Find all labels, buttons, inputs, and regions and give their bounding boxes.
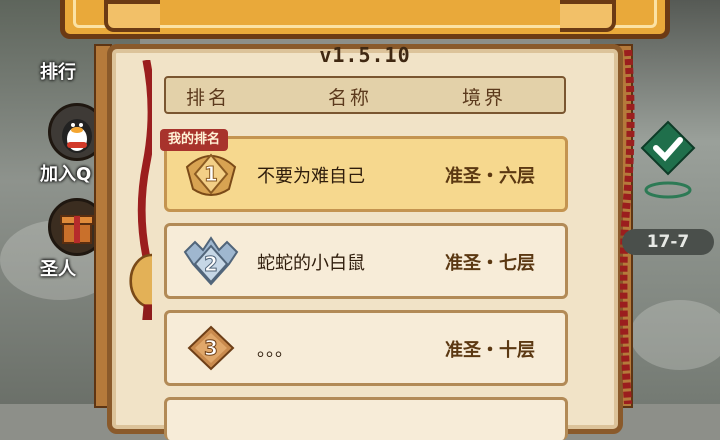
banner-hook-left [104,0,160,32]
player-name: 蛇蛇的小白鼠 [257,253,365,274]
rank-number: 2 [204,252,218,276]
column-header: 排名 名称 境界 [164,76,566,114]
rope-right [620,50,635,404]
rank-3-badge-icon: 3 [187,325,235,371]
player-name: 。。。 [257,340,293,361]
rope-left [129,60,152,320]
player-realm: 准圣・十层 [445,340,535,361]
mist [630,300,720,370]
rank-1-badge-icon: 1 [185,153,237,196]
rank-2-badge-icon: 2 [183,236,239,286]
header-realm: 境界 [462,87,507,109]
leaderboard-row-mine[interactable]: 我的排名 1 不要为难自己 准圣・六层 [160,129,568,212]
side-label-ranking[interactable]: 排行 [40,58,76,84]
leaderboard-row[interactable]: 3 。。。 准圣・十层 [164,310,568,386]
player-realm: 准圣・六层 [445,166,535,187]
version-label: v1.5.10 [319,43,411,67]
leaderboard-panel: v1.5.10 排名 名称 境界 我的排名 1 不要为难自己 准圣・六层 2 蛇… [107,43,623,440]
side-label-saint[interactable]: 圣人 [40,255,76,281]
rank-number: 3 [204,336,218,360]
rank-number: 1 [204,162,218,186]
banner-hook-right [560,0,616,32]
header-rank: 排名 [186,87,231,109]
level-indicator[interactable]: 17-7 [622,229,714,255]
leaderboard-row[interactable] [164,397,568,440]
leaderboard-row[interactable]: 2 蛇蛇的小白鼠 准圣・七层 [164,223,568,299]
player-realm: 准圣・七层 [445,253,535,274]
header-name: 名称 [328,87,373,109]
side-label-join-q[interactable]: 加入Q [40,160,91,186]
player-name: 不要为难自己 [257,166,365,187]
checkmark-icon[interactable] [640,120,696,200]
